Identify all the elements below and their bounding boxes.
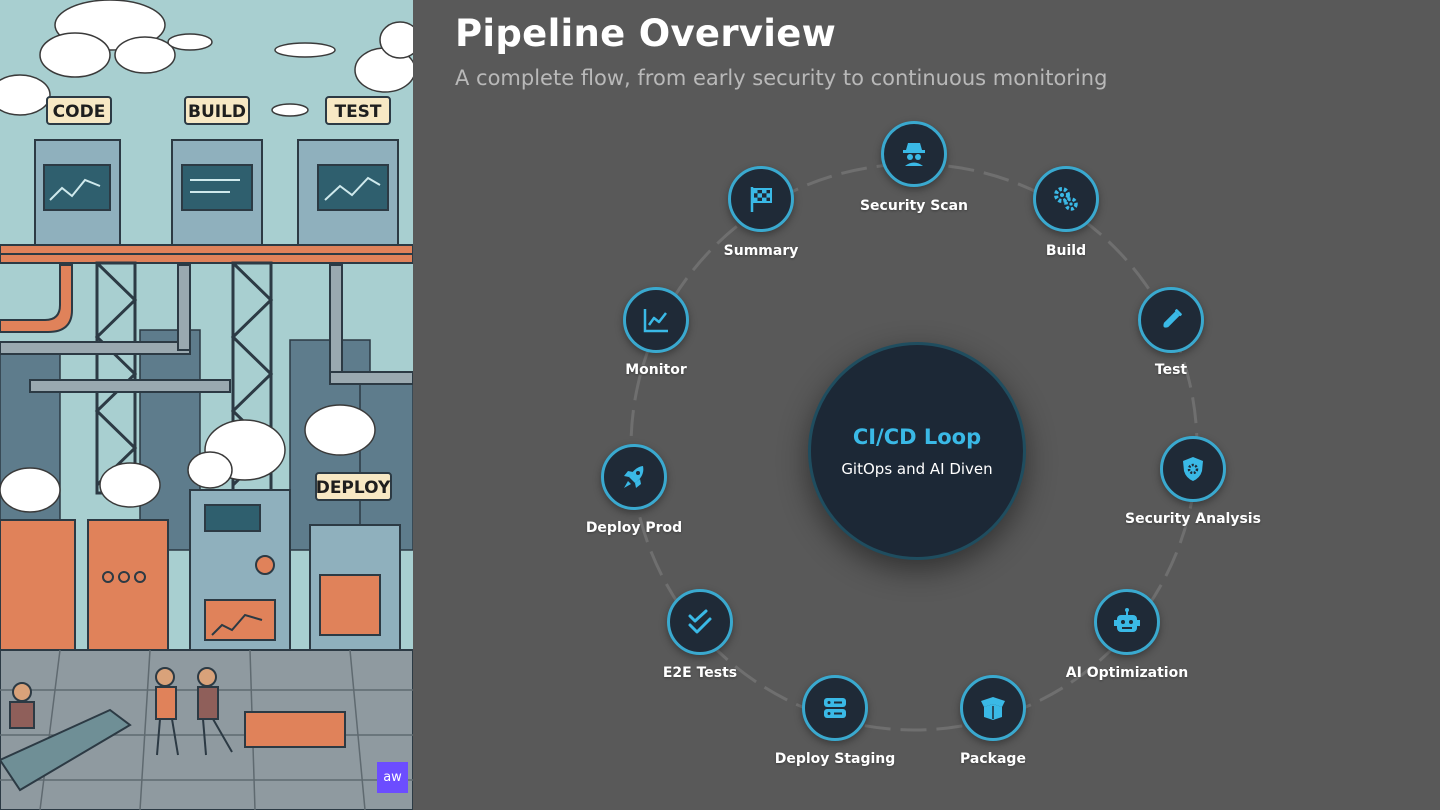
stage-ai-optimization[interactable] [1094, 589, 1160, 655]
page-title: Pipeline Overview [455, 12, 837, 55]
center-subtitle: GitOps and AI Diven [841, 460, 993, 478]
spy-icon [903, 143, 925, 166]
stage-deploy-prod[interactable] [601, 444, 667, 510]
brand-badge: aw [377, 762, 408, 793]
double-check-icon [688, 609, 712, 634]
page-subtitle: A complete flow, from early security to … [455, 66, 1108, 90]
stage-summary[interactable] [728, 166, 794, 232]
rocket-icon [624, 466, 644, 488]
sign-deploy: DEPLOY [316, 478, 391, 498]
sign-test: TEST [334, 102, 381, 122]
center-title: CI/CD Loop [852, 425, 982, 449]
stage-build[interactable] [1033, 166, 1099, 232]
factory-illustration: CODE BUILD TEST DEPLOY [0, 0, 413, 810]
shield-gear-icon [1183, 457, 1203, 481]
stage-package[interactable] [960, 675, 1026, 741]
gears-icon [1054, 187, 1078, 211]
stage-deploy-staging[interactable] [802, 675, 868, 741]
cicd-loop-center[interactable]: CI/CD Loop GitOps and AI Diven [808, 342, 1026, 560]
robot-icon [1114, 608, 1140, 632]
checkered-flag-icon [750, 187, 772, 212]
stage-test[interactable] [1138, 287, 1204, 353]
stage-security-scan[interactable] [881, 121, 947, 187]
stage-monitor[interactable] [623, 287, 689, 353]
sign-build: BUILD [188, 102, 246, 122]
line-chart-icon [643, 309, 668, 333]
box-open-icon [981, 697, 1005, 720]
server-icon [824, 698, 846, 718]
test-tube-icon [1163, 309, 1182, 328]
stage-e2e-tests[interactable] [667, 589, 733, 655]
sign-code: CODE [53, 102, 106, 122]
stage-security-analysis[interactable] [1160, 436, 1226, 502]
